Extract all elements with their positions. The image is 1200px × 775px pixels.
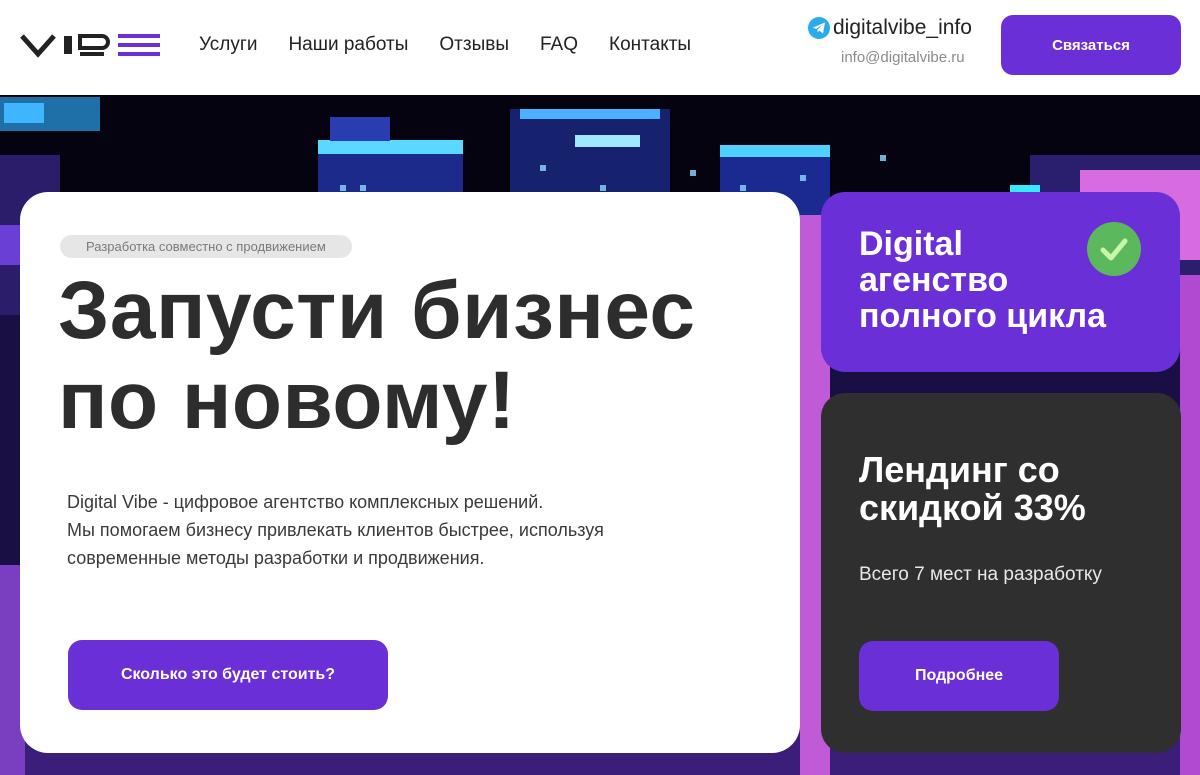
agency-card-line2: агенство [859,261,1009,299]
header: Услуги Наши работы Отзывы FAQ Контакты d… [0,0,1200,95]
main-nav: Услуги Наши работы Отзывы FAQ Контакты [199,34,722,56]
hero-headline: Запусти бизнес по новому! [58,266,798,446]
promo-card-subtitle: Всего 7 мест на разработку [859,564,1102,585]
agency-card-line3: полного цикла [859,297,1107,335]
more-details-button[interactable]: Подробнее [859,641,1059,711]
hero-description-line2: Мы помогаем бизнесу привлекать клиентов … [67,520,604,540]
email-link[interactable]: info@digitalvibe.ru [841,49,965,67]
nav-link-faq[interactable]: FAQ [540,34,578,56]
logo[interactable] [20,30,162,60]
hero-description-line3: современные методы разработки и продвиже… [67,548,485,568]
hero-card: Разработка совместно с продвижением Запу… [20,192,800,753]
hero-description: Digital Vibe - цифровое агентство компле… [67,488,747,572]
telegram-icon [808,17,830,39]
nav-link-contacts[interactable]: Контакты [609,34,691,56]
promo-card-line1: Лендинг со [859,449,1060,490]
agency-card-line1: Digital [859,225,963,263]
cost-estimate-button[interactable]: Сколько это будет стоить? [68,640,388,710]
promo-card-title: Лендинг со скидкой 33% [859,451,1086,527]
nav-link-works[interactable]: Наши работы [288,34,408,56]
hero-headline-line2: по новому! [58,355,516,446]
hero-badge: Разработка совместно с продвижением [60,235,352,258]
telegram-handle: digitalvibe_info [833,16,972,39]
check-icon [1087,222,1141,276]
hero-headline-line1: Запусти бизнес [58,265,696,356]
contact-button[interactable]: Связаться [1001,15,1181,75]
nav-link-services[interactable]: Услуги [199,34,257,56]
telegram-link[interactable]: digitalvibe_info [808,16,972,40]
promo-card-line2: скидкой 33% [859,487,1086,528]
hero-description-line1: Digital Vibe - цифровое агентство компле… [67,492,544,512]
promo-card: Лендинг со скидкой 33% Всего 7 мест на р… [821,393,1181,753]
nav-link-reviews[interactable]: Отзывы [439,34,509,56]
agency-card: Digital агенство полного цикла [821,192,1180,372]
agency-card-title: Digital агенство полного цикла [859,226,1106,334]
